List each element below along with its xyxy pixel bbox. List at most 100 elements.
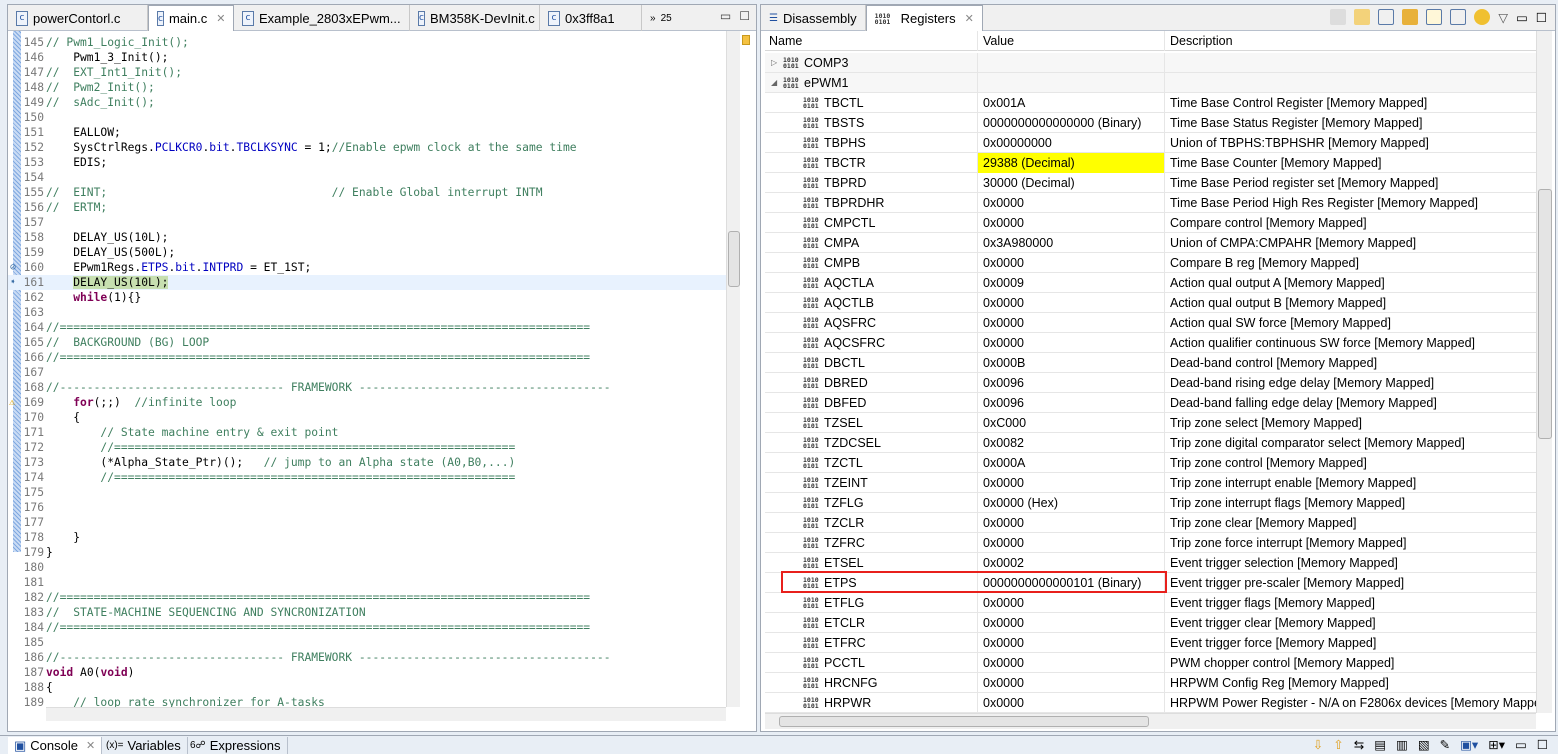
- code-line[interactable]: 187 void A0(void): [8, 665, 726, 680]
- table-row[interactable]: 1010 0101 TZDCSEL 0x0082 Trip zone digital c…: [765, 432, 1536, 453]
- table-row[interactable]: 1010 0101 DBFED 0x0096 Dead-band falling edg…: [765, 392, 1536, 413]
- table-row[interactable]: 1010 0101 TBPRDHR 0x0000 Time Base Period Hi…: [765, 192, 1536, 213]
- minimize-icon[interactable]: ▭: [1516, 10, 1528, 25]
- table-row[interactable]: 1010 0101 TBCTL 0x001A Time Base Control Reg…: [765, 92, 1536, 113]
- code-line[interactable]: 163: [8, 305, 726, 320]
- table-row[interactable]: 1010 0101 ETFLG 0x0000 Event trigger flags […: [765, 592, 1536, 613]
- code-line[interactable]: 184//===================================…: [8, 620, 726, 635]
- code-line[interactable]: 175: [8, 485, 726, 500]
- table-row[interactable]: 1010 0101 DBCTL 0x000B Dead-band control [Me…: [765, 352, 1536, 373]
- code-line[interactable]: 152 SysCtrlRegs.PCLKCR0.bit.TBCLKSYNC = …: [8, 140, 726, 155]
- editor-horizontal-scrollbar[interactable]: [46, 707, 726, 721]
- new-console-icon[interactable]: ⊞▾: [1488, 737, 1505, 752]
- pin-icon[interactable]: ✎: [1440, 737, 1450, 752]
- tab-expressions[interactable]: 6☍ Expressions: [184, 737, 288, 754]
- table-row[interactable]: 1010 0101 TBPHS 0x00000000 Union of TBPHS:TB…: [765, 132, 1536, 153]
- code-line[interactable]: 181: [8, 575, 726, 590]
- code-line[interactable]: 171 // State machine entry & exit point: [8, 425, 726, 440]
- value-cell[interactable]: 0x0000: [978, 472, 1165, 493]
- display-console-icon[interactable]: ▣▾: [1460, 737, 1478, 752]
- value-cell[interactable]: 0x0000: [978, 532, 1165, 553]
- maximize-icon[interactable]: ☐: [1536, 10, 1547, 25]
- value-cell[interactable]: 0000000000000000 (Binary): [978, 112, 1165, 133]
- new-group-icon[interactable]: [1354, 9, 1371, 25]
- code-line[interactable]: 189 // loop rate synchronizer for A-task…: [8, 695, 726, 707]
- code-line[interactable]: 178 }: [8, 530, 726, 545]
- table-row[interactable]: 1010 0101 HRPWR 0x0000 HRPWM Power Register …: [765, 692, 1536, 713]
- column-header-value[interactable]: Value: [978, 31, 1165, 51]
- tab-example-epwm[interactable]: c Example_2803xEPwm...: [234, 5, 410, 31]
- code-line[interactable]: 167: [8, 365, 726, 380]
- table-row[interactable]: 1010 0101 TBPRD 30000 (Decimal) Time Base Pe…: [765, 172, 1536, 193]
- tab-console[interactable]: ▣ Console ✕: [8, 737, 103, 754]
- table-row[interactable]: 1010 0101 ETPS 0000000000000101 (Binary) Eve…: [765, 571, 1536, 593]
- code-line[interactable]: 180: [8, 560, 726, 575]
- code-line[interactable]: 176: [8, 500, 726, 515]
- value-cell[interactable]: 0x000B: [978, 352, 1165, 373]
- table-row[interactable]: 1010 0101 TBSTS 0000000000000000 (Binary) Ti…: [765, 112, 1536, 133]
- register-group-row[interactable]: ▷ 1010 0101 COMP3: [765, 52, 1536, 73]
- code-line[interactable]: 157: [8, 215, 726, 230]
- collapse-all-icon[interactable]: [1378, 9, 1395, 25]
- table-row[interactable]: 1010 0101 PCCTL 0x0000 PWM chopper control […: [765, 652, 1536, 673]
- value-cell[interactable]: 0x0000: [978, 212, 1165, 233]
- pin-icon[interactable]: [1450, 9, 1467, 25]
- value-cell[interactable]: 0x0000: [978, 252, 1165, 273]
- register-group-row[interactable]: ◢ 1010 0101 ePWM1: [765, 72, 1536, 93]
- minimize-icon[interactable]: ▭: [1515, 737, 1527, 752]
- maximize-icon[interactable]: ☐: [1537, 737, 1548, 752]
- table-row[interactable]: 1010 0101 TZEINT 0x0000 Trip zone interrupt …: [765, 472, 1536, 493]
- code-line[interactable]: 186//--------------------------------- F…: [8, 650, 726, 665]
- value-cell[interactable]: 0xC000: [978, 412, 1165, 433]
- close-icon[interactable]: ✕: [965, 12, 974, 25]
- code-line[interactable]: 188{: [8, 680, 726, 695]
- code-editor[interactable]: 145// Pwm1_Logic_Init(); 146 Pwm1_3_Init(…: [8, 31, 726, 707]
- export-icon[interactable]: [1426, 9, 1443, 25]
- value-cell[interactable]: 0x001A: [978, 92, 1165, 113]
- value-cell[interactable]: 0x0096: [978, 372, 1165, 393]
- column-header-name[interactable]: Name: [765, 31, 978, 51]
- tab-powercontorl[interactable]: c powerContorl.c: [8, 5, 148, 31]
- code-line[interactable]: 149// sAdc_Init();: [8, 95, 726, 110]
- column-header-description[interactable]: Description: [1165, 31, 1536, 51]
- tab-variables[interactable]: (x)= Variables: [100, 737, 188, 754]
- scroll-thumb[interactable]: [779, 716, 1149, 727]
- code-line[interactable]: 168//--------------------------------- F…: [8, 380, 726, 395]
- link-icon[interactable]: ⇆: [1354, 737, 1364, 752]
- code-line[interactable]: 177: [8, 515, 726, 530]
- value-cell[interactable]: 0x0000: [978, 332, 1165, 353]
- table-row[interactable]: 1010 0101 ETCLR 0x0000 Event trigger clear […: [765, 612, 1536, 633]
- table-row[interactable]: 1010 0101 AQCTLB 0x0000 Action qual output B…: [765, 292, 1536, 313]
- code-line[interactable]: 150: [8, 110, 726, 125]
- warning-icon[interactable]: ⚠: [9, 395, 15, 410]
- value-cell[interactable]: 0x0082: [978, 432, 1165, 453]
- code-line[interactable]: 185: [8, 635, 726, 650]
- table-row[interactable]: 1010 0101 TZFLG 0x0000 (Hex) Trip zone inter…: [765, 492, 1536, 513]
- code-line[interactable]: 165// BACKGROUND (BG) LOOP: [8, 335, 726, 350]
- table-row[interactable]: 1010 0101 TZSEL 0xC000 Trip zone select [Mem…: [765, 412, 1536, 433]
- close-icon[interactable]: ✕: [216, 12, 225, 25]
- value-cell[interactable]: 0x0000: [978, 512, 1165, 533]
- table-row[interactable]: 1010 0101 AQSFRC 0x0000 Action qual SW force…: [765, 312, 1536, 333]
- value-cell[interactable]: 0x0000: [978, 292, 1165, 313]
- table-row[interactable]: 1010 0101 TZFRC 0x0000 Trip zone force inter…: [765, 532, 1536, 553]
- value-cell[interactable]: 0x0000 (Hex): [978, 492, 1165, 513]
- breakpoint-icon[interactable]: ⊘: [10, 260, 16, 275]
- arrow-down-icon[interactable]: ⇩: [1313, 737, 1323, 752]
- code-line[interactable]: 160 EPwm1Regs.ETPS.bit.INTPRD = ET_1ST; ⊘: [8, 260, 726, 275]
- value-cell[interactable]: 0x0002: [978, 552, 1165, 573]
- code-line[interactable]: 182//===================================…: [8, 590, 726, 605]
- value-cell[interactable]: 0x0000: [978, 192, 1165, 213]
- code-line[interactable]: 173 (*Alpha_State_Ptr)(); // jump to an …: [8, 455, 726, 470]
- copy-icon[interactable]: ▤: [1374, 737, 1386, 752]
- value-cell[interactable]: 30000 (Decimal): [978, 172, 1165, 193]
- refresh-icon[interactable]: [1402, 9, 1419, 25]
- value-cell[interactable]: 0x0000: [978, 652, 1165, 673]
- code-line[interactable]: 148// Pwm2_Init();: [8, 80, 726, 95]
- tab-registers[interactable]: 1010 0101 Registers ✕: [865, 5, 983, 31]
- table-row[interactable]: 1010 0101 AQCTLA 0x0009 Action qual output A…: [765, 272, 1536, 293]
- value-cell[interactable]: 0x000A: [978, 452, 1165, 473]
- code-line[interactable]: 164//===================================…: [8, 320, 726, 335]
- code-line[interactable]: 183// STATE-MACHINE SEQUENCING AND SYNCR…: [8, 605, 726, 620]
- lock-icon[interactable]: ▥: [1396, 737, 1408, 752]
